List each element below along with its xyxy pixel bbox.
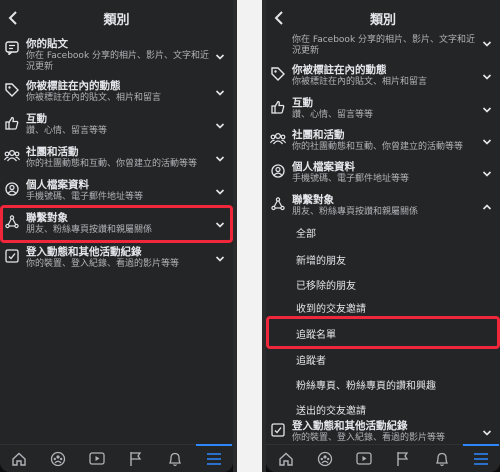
chevron-down-icon (482, 41, 492, 47)
header: 類別 (266, 0, 500, 36)
tag-icon (270, 66, 286, 82)
category-title: 你被標註在內的動態 (26, 80, 121, 92)
chevron-down-icon (482, 139, 492, 145)
category-title: 社團和活動 (26, 146, 79, 158)
category-title: 個人檔案資料 (292, 161, 355, 173)
category-description: 朋友、粉絲專頁按讚和親屬關係 (292, 207, 419, 217)
page-title: 類別 (103, 12, 130, 28)
chevron-down-icon (215, 256, 225, 262)
bell-icon[interactable] (163, 449, 187, 469)
subitem-sent-requests[interactable]: 送出的交友邀請 (296, 402, 366, 417)
category-interactions[interactable]: 互動 讚、心情、留言等等 (266, 97, 500, 125)
category-profile-info[interactable]: 個人檔案資料 手機號碼、電子郵件地址等等 (266, 161, 500, 189)
category-your-posts[interactable]: 你的貼文 你在 Facebook 分享的相片、影片、文字和近況更新 (0, 38, 233, 74)
back-arrow-icon[interactable] (272, 10, 286, 26)
category-groups-events[interactable]: 社團和活動 你的社團動態和互動、你曾建立的活動等等 (266, 129, 500, 157)
chevron-down-icon (215, 189, 225, 195)
category-description: 你的裝置、登入紀錄、看過的影片等等 (292, 433, 446, 443)
watch-icon[interactable] (352, 449, 376, 469)
category-title: 個人檔案資料 (26, 179, 89, 191)
left-screen: 類別 你的貼文 你在 Facebook 分享的相片、影片、文字和近況更新 你被標… (0, 0, 233, 472)
flag-icon[interactable] (124, 449, 148, 469)
groups-icon (270, 131, 286, 147)
category-title: 你被標註在內的動態 (292, 64, 387, 76)
category-activity-log[interactable]: 登入動態和其他活動紀錄 你的裝置、登入紀錄、看過的影片等等 (266, 420, 500, 446)
watch-icon[interactable] (85, 449, 109, 469)
category-title: 你的貼文 (26, 38, 68, 50)
chevron-down-icon (215, 54, 225, 60)
chevron-down-icon (215, 90, 225, 96)
category-title: 登入動態和其他活動紀錄 (292, 420, 408, 432)
home-icon[interactable] (274, 449, 298, 469)
subitem-added-friends[interactable]: 新增的朋友 (296, 252, 346, 267)
bottom-tab-bar (266, 443, 500, 472)
category-description: 讚、心情、留言等等 (292, 110, 374, 120)
activity-log-icon (270, 422, 286, 438)
category-description: 你的社團動態和互動、你曾建立的活動等等 (292, 142, 464, 152)
chevron-down-icon (215, 123, 225, 129)
chevron-down-icon (482, 430, 492, 436)
category-your-posts[interactable]: 你在 Facebook 分享的相片、影片、文字和近況更新 (266, 35, 500, 57)
subitem-all[interactable]: 全部 (296, 225, 316, 240)
post-icon (4, 40, 20, 56)
category-profile-info[interactable]: 個人檔案資料 手機號碼、電子郵件地址等等 (0, 179, 233, 207)
bell-icon[interactable] (430, 449, 454, 469)
groups-icon (4, 148, 20, 164)
page-title: 類別 (369, 12, 396, 28)
category-connections[interactable]: 聯繫對象 朋友、粉絲專頁按讚和親屬關係 (266, 194, 500, 222)
category-description: 你在 Facebook 分享的相片、影片、文字和近況更新 (26, 51, 210, 72)
subitem-followers[interactable]: 追蹤者 (296, 352, 326, 367)
category-title: 互動 (26, 113, 47, 125)
category-description: 你被標註在內的貼文、相片和留言 (26, 93, 162, 103)
chevron-down-icon (482, 74, 492, 80)
category-title: 互動 (292, 97, 313, 109)
subitem-removed-friends[interactable]: 已移除的朋友 (296, 277, 356, 292)
category-title: 聯繫對象 (292, 194, 334, 206)
category-interactions[interactable]: 互動 讚、心情、留言等等 (0, 113, 233, 141)
category-title: 登入動態和其他活動紀錄 (26, 246, 142, 258)
category-title: 社團和活動 (292, 129, 345, 141)
category-description: 你在 Facebook 分享的相片、影片、文字和近況更新 (292, 35, 476, 56)
category-description: 你被標註在內的貼文、相片和留言 (292, 77, 428, 87)
category-description: 你的社團動態和互動、你曾建立的活動等等 (26, 159, 198, 169)
activity-log-icon (4, 248, 20, 264)
flag-icon[interactable] (391, 449, 415, 469)
category-description: 手機號碼、電子郵件地址等等 (292, 174, 410, 184)
chevron-down-icon (482, 171, 492, 177)
header: 類別 (0, 0, 233, 36)
thumbs-up-icon (4, 115, 20, 131)
chevron-down-icon (215, 156, 225, 162)
menu-icon[interactable] (462, 443, 499, 469)
back-arrow-icon[interactable] (6, 10, 20, 26)
profile-icon (270, 163, 286, 179)
category-description: 讚、心情、留言等等 (26, 126, 108, 136)
category-groups-events[interactable]: 社團和活動 你的社團動態和互動、你曾建立的活動等等 (0, 146, 233, 174)
highlight-box (266, 316, 500, 349)
groups-tab-icon[interactable] (313, 449, 337, 469)
thumbs-up-icon (270, 99, 286, 115)
subitem-pages-likes-interests[interactable]: 粉絲專頁、粉絲專頁的讚和興趣 (296, 377, 436, 392)
divider (233, 0, 266, 472)
profile-icon (4, 181, 20, 197)
category-description: 你的裝置、登入紀錄、看過的影片等等 (26, 259, 180, 269)
category-description: 手機號碼、電子郵件地址等等 (26, 192, 144, 202)
right-screen: 類別 你在 Facebook 分享的相片、影片、文字和近況更新 你被標註在內的動… (266, 0, 500, 472)
home-icon[interactable] (7, 449, 31, 469)
category-activity-log[interactable]: 登入動態和其他活動紀錄 你的裝置、登入紀錄、看過的影片等等 (0, 246, 233, 274)
chevron-down-icon (482, 107, 492, 113)
tag-icon (4, 82, 20, 98)
menu-icon[interactable] (195, 443, 232, 469)
highlight-box (0, 205, 233, 243)
category-tagged[interactable]: 你被標註在內的動態 你被標註在內的貼文、相片和留言 (266, 64, 500, 92)
connections-icon (270, 196, 286, 212)
chevron-up-icon (482, 204, 492, 210)
subitem-received-requests[interactable]: 收到的交友邀請 (296, 300, 366, 315)
category-tagged[interactable]: 你被標註在內的動態 你被標註在內的貼文、相片和留言 (0, 80, 233, 108)
bottom-tab-bar (0, 443, 233, 472)
groups-tab-icon[interactable] (46, 449, 70, 469)
